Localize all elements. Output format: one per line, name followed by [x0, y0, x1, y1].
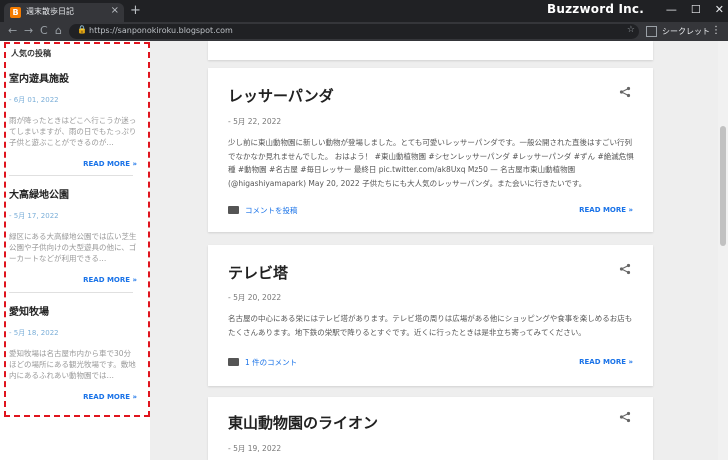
divider	[9, 292, 133, 293]
forward-icon[interactable]: →	[24, 24, 33, 37]
popular-post: 大高緑地公園 - 5月 17, 2022 緑区にある大高緑地公園では広い芝生公園…	[9, 186, 137, 284]
post-card-previous	[208, 41, 653, 60]
share-icon[interactable]	[619, 86, 631, 98]
comment-link[interactable]: コメントを投稿	[228, 205, 298, 216]
comment-link[interactable]: 1 件のコメント	[228, 357, 297, 368]
divider	[9, 175, 133, 176]
popular-post: 室内遊具施設 - 6月 01, 2022 雨が降ったときはどこへ行こうか迷ってし…	[9, 70, 137, 168]
read-more-link[interactable]: READ MORE »	[579, 358, 633, 366]
menu-icon[interactable]: ⋮	[711, 25, 721, 36]
popular-post-date[interactable]: - 6月 01, 2022	[9, 95, 137, 105]
post-title[interactable]: レッサーパンダ	[228, 85, 334, 106]
share-icon[interactable]	[619, 411, 631, 423]
post-body: 少し前に東山動物園に新しい動物が登場しました。とても可愛いレッサーパンダです。一…	[228, 138, 634, 188]
reload-icon[interactable]: C	[40, 24, 48, 37]
popular-post-snippet: 愛知牧場は名古屋市内から車で30分ほどの場所にある観光牧場です。敷地内にあるふれ…	[9, 349, 136, 380]
post-card: レッサーパンダ - 5月 22, 2022 少し前に東山動物園に新しい動物が登場…	[208, 68, 653, 232]
post-card: 東山動物園のライオン - 5月 19, 2022	[208, 397, 653, 460]
popular-post: 愛知牧場 - 5月 18, 2022 愛知牧場は名古屋市内から車で30分ほどの場…	[9, 303, 137, 401]
popular-post-title[interactable]: 大高緑地公園	[9, 186, 137, 201]
popular-post-snippet: 緑区にある大高緑地公園では広い芝生公園や子供向けの大型遊具の他に、ゴーカートなど…	[9, 232, 137, 263]
comment-label: コメントを投稿	[245, 206, 298, 215]
url-input[interactable]: 🔒 https://sanponokiroku.blogspot.com ☆	[69, 24, 639, 39]
popular-post-date[interactable]: - 5月 18, 2022	[9, 328, 137, 338]
post-date[interactable]: - 5月 22, 2022	[228, 116, 281, 127]
post-title[interactable]: 東山動物園のライオン	[228, 412, 378, 433]
popular-post-snippet: 雨が降ったときはどこへ行こうか迷ってしまいますが、雨の日でもたっぷり子供と遊ぶこ…	[9, 116, 137, 147]
new-tab-button[interactable]: +	[130, 3, 141, 19]
comment-icon	[228, 206, 239, 214]
read-more-link[interactable]: READ MORE »	[9, 393, 137, 401]
tab-title: 週末散歩日記	[26, 7, 74, 16]
url-text: https://sanponokiroku.blogspot.com	[89, 26, 233, 35]
lock-icon: 🔒	[77, 25, 87, 34]
home-icon[interactable]: ⌂	[55, 24, 62, 37]
post-date[interactable]: - 5月 20, 2022	[228, 292, 281, 303]
incognito-label[interactable]: シークレット	[662, 26, 710, 37]
read-more-link[interactable]: READ MORE »	[9, 276, 137, 284]
browser-tab[interactable]: B 週末散歩日記 ×	[4, 3, 124, 22]
popular-post-title[interactable]: 室内遊具施設	[9, 70, 137, 85]
blogger-icon: B	[10, 7, 21, 18]
share-icon[interactable]	[619, 263, 631, 275]
window-controls: — ☐ ✕	[666, 3, 724, 16]
post-body: 名古屋の中心にある栄にはテレビ塔があります。テレビ塔の周りは広場がある他にショッ…	[228, 314, 633, 337]
comment-label: 1 件のコメント	[245, 358, 298, 367]
scrollbar-thumb[interactable]	[720, 126, 726, 246]
popular-post-title[interactable]: 愛知牧場	[9, 303, 137, 318]
popular-post-date[interactable]: - 5月 17, 2022	[9, 211, 137, 221]
read-more-link[interactable]: READ MORE »	[579, 206, 633, 214]
close-window-icon[interactable]: ✕	[715, 3, 724, 16]
side-panel-icon[interactable]	[646, 26, 657, 37]
minimize-icon[interactable]: —	[666, 3, 677, 16]
post-title[interactable]: テレビ塔	[228, 262, 288, 283]
scrollbar-track[interactable]	[718, 41, 728, 460]
comment-icon	[228, 358, 239, 366]
read-more-link[interactable]: READ MORE »	[9, 160, 137, 168]
brand-watermark: Buzzword Inc.	[547, 2, 644, 16]
post-date[interactable]: - 5月 19, 2022	[228, 443, 281, 454]
popular-posts-heading: 人気の投稿	[11, 49, 51, 58]
back-icon[interactable]: ←	[8, 24, 17, 37]
bookmark-star-icon[interactable]: ☆	[627, 25, 635, 35]
maximize-icon[interactable]: ☐	[691, 3, 701, 16]
close-icon[interactable]: ×	[111, 5, 119, 16]
address-bar-row: ← → C ⌂ 🔒 https://sanponokiroku.blogspot…	[0, 22, 728, 41]
post-card: テレビ塔 - 5月 20, 2022 名古屋の中心にある栄にはテレビ塔があります…	[208, 245, 653, 386]
browser-titlebar: B 週末散歩日記 × + Buzzword Inc. — ☐ ✕	[0, 0, 728, 22]
